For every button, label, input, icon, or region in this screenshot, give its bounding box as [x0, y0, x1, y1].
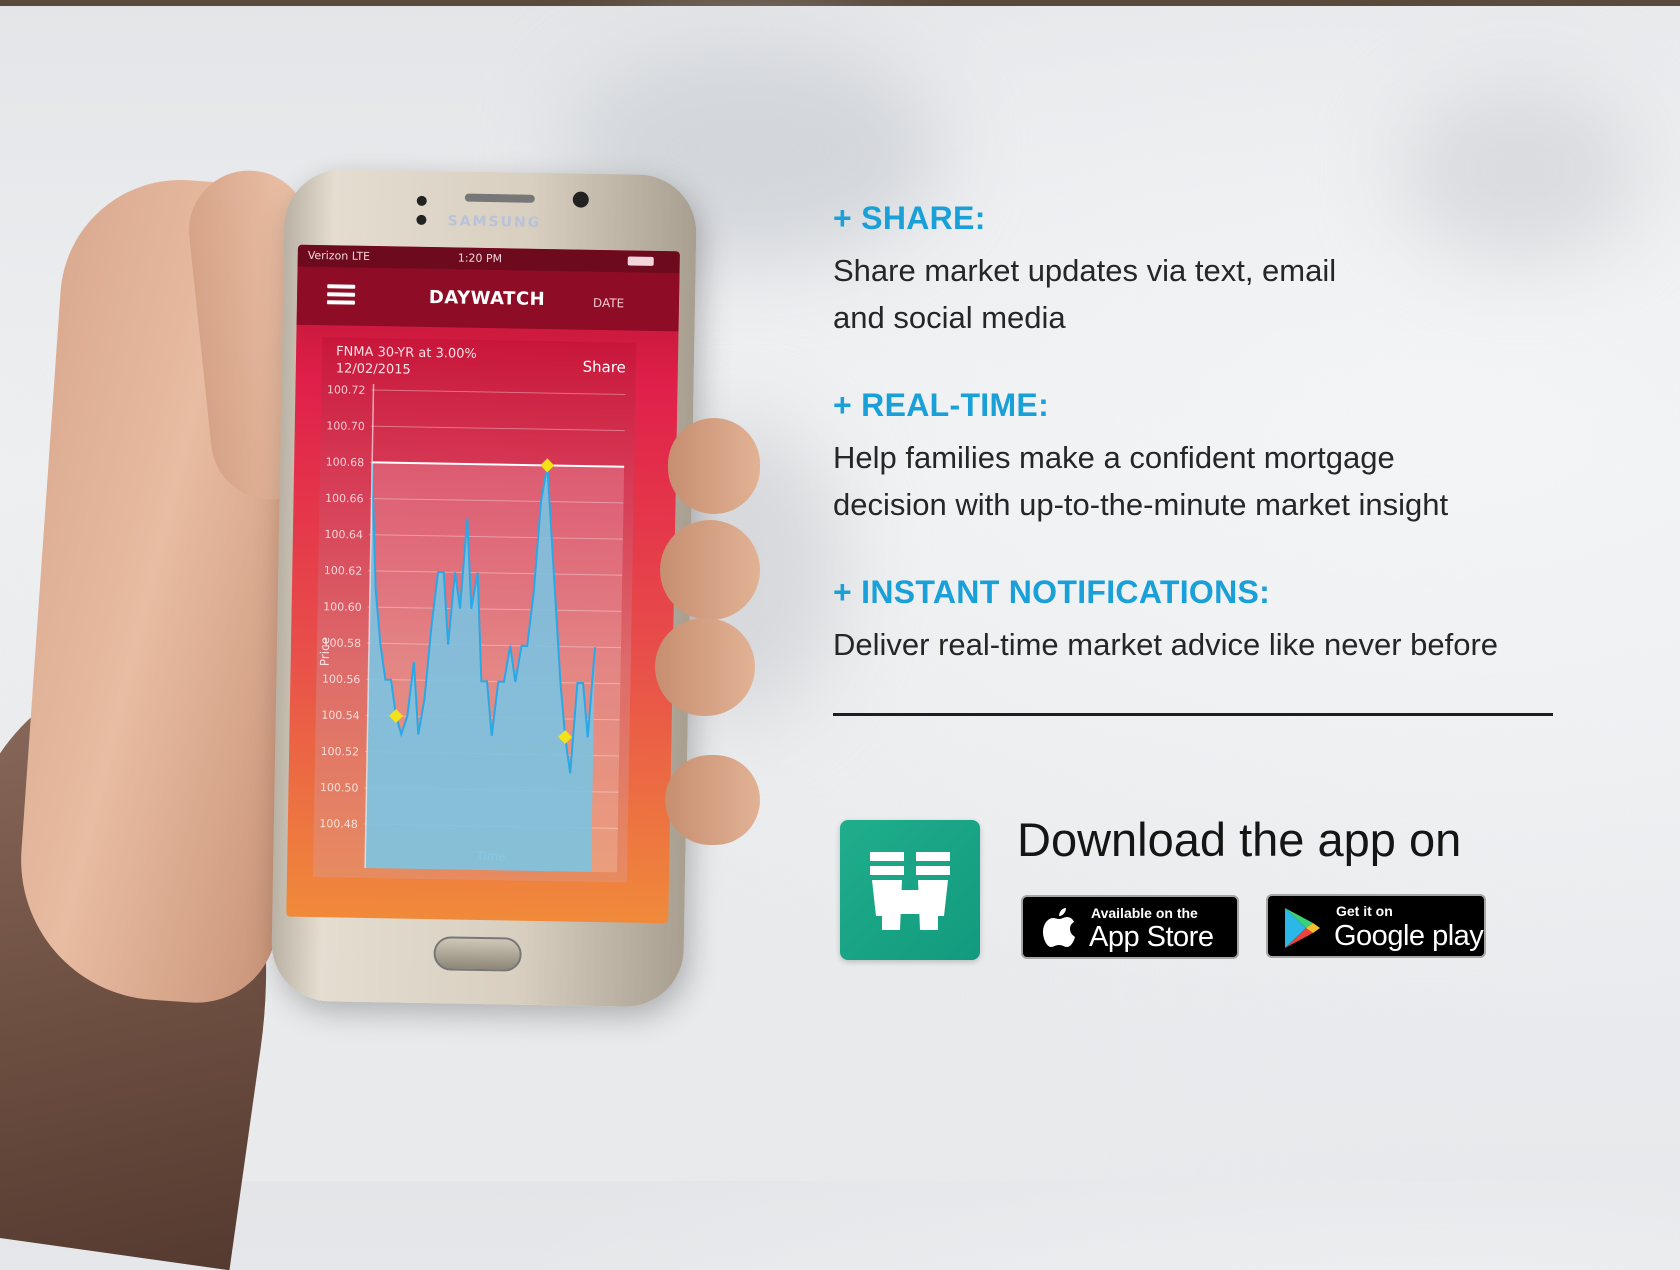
- sensor-dots: [416, 191, 443, 225]
- speaker-grille: [464, 193, 535, 203]
- finger: [660, 520, 760, 620]
- background-blur: [1400, 80, 1640, 260]
- status-time: 1:20 PM: [457, 251, 503, 266]
- feature-share: + SHARE: Share market updates via text, …: [833, 200, 1336, 341]
- y-tick-label: 100.66: [325, 492, 364, 506]
- binoculars-icon: [840, 820, 980, 960]
- y-tick-label: 100.50: [320, 781, 359, 795]
- battery-icon: [627, 256, 654, 266]
- feature-real-time: + REAL-TIME: Help families make a confid…: [833, 387, 1448, 528]
- feature-line: Share market updates via text, email: [833, 253, 1337, 288]
- phone-brand: SAMSUNG: [447, 213, 542, 231]
- y-tick-label: 100.64: [324, 528, 363, 542]
- app-store-button[interactable]: Available on the App Store: [1021, 895, 1239, 959]
- y-tick-label: 100.62: [324, 564, 363, 578]
- finger: [665, 755, 760, 845]
- finger: [655, 618, 755, 716]
- gridline: [370, 425, 625, 432]
- y-tick-label: 100.52: [321, 745, 360, 759]
- feature-line: decision with up-to-the-minute market in…: [833, 487, 1449, 522]
- y-tick-label: 100.72: [327, 383, 366, 397]
- feature-instant-notifications: + INSTANT NOTIFICATIONS: Deliver real-ti…: [833, 574, 1498, 668]
- google-play-button[interactable]: Get it on Google play: [1266, 894, 1486, 958]
- app-store-small-label: Available on the: [1091, 905, 1198, 921]
- google-play-label: Google play: [1334, 920, 1484, 952]
- feature-description: Deliver real-time market advice like nev…: [833, 621, 1498, 668]
- y-tick-label: 100.56: [322, 673, 361, 687]
- hamburger-menu-icon[interactable]: [326, 284, 356, 305]
- download-title: Download the app on: [1017, 813, 1462, 866]
- y-tick-label: 100.68: [326, 456, 365, 470]
- date-button[interactable]: DATE: [593, 296, 624, 311]
- feature-title: + INSTANT NOTIFICATIONS:: [833, 574, 1271, 610]
- phone-screen: Verizon LTE 1:20 PM DAYWATCH DATE FNMA 3…: [286, 244, 680, 924]
- y-tick-label: 100.54: [321, 709, 360, 723]
- feature-line: Help families make a confident mortgage: [833, 440, 1395, 475]
- y-tick-label: 100.60: [323, 600, 362, 614]
- feature-title: + SHARE:: [833, 200, 986, 236]
- phone: SAMSUNG Verizon LTE 1:20 PM DAYWATCH DAT…: [270, 168, 698, 1008]
- finger: [668, 418, 760, 514]
- feature-title: + REAL-TIME:: [833, 387, 1050, 423]
- feature-line: Deliver real-time market advice like nev…: [833, 627, 1499, 662]
- apple-icon: [1043, 908, 1075, 947]
- google-play-small-label: Get it on: [1336, 903, 1393, 919]
- carrier-label: Verizon LTE: [307, 248, 371, 263]
- app-bar: DAYWATCH DATE: [296, 266, 680, 332]
- chart-card: FNMA 30-YR at 3.00% 12/02/2015 Share 100…: [312, 337, 637, 883]
- home-button: [433, 936, 522, 972]
- feature-description: Share market updates via text, email and…: [833, 247, 1336, 341]
- app-title: DAYWATCH: [428, 286, 546, 311]
- top-border: [0, 0, 1680, 6]
- y-tick-label: 100.70: [326, 419, 365, 433]
- feature-line: and social media: [833, 300, 1066, 335]
- y-tick-label: 100.48: [319, 817, 358, 831]
- feature-description: Help families make a confident mortgage …: [833, 434, 1448, 528]
- app-store-label: App Store: [1089, 921, 1214, 953]
- play-triangle-icon: [1285, 908, 1320, 948]
- price-chart: 100.72 100.70 100.68 100.66 100.64 100.62 100.…: [318, 383, 626, 873]
- divider: [833, 713, 1553, 716]
- max-band: [365, 462, 625, 873]
- front-camera: [572, 191, 589, 208]
- gridline: [371, 389, 626, 395]
- y-axis-label: Price: [318, 637, 333, 667]
